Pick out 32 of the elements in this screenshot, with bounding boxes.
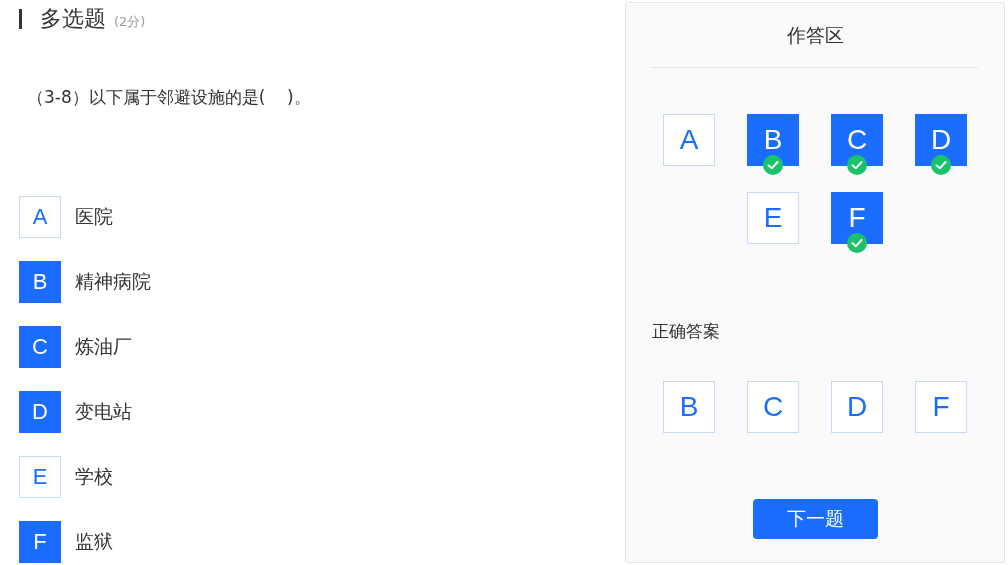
answer-cell[interactable]: E bbox=[747, 192, 799, 244]
answer-cell[interactable]: B bbox=[747, 114, 799, 166]
option-letter[interactable]: D bbox=[19, 391, 61, 433]
correct-answer-cell: C bbox=[747, 381, 799, 433]
correct-answer-cell: B bbox=[663, 381, 715, 433]
option-text: 变电站 bbox=[75, 399, 132, 424]
option-text: 医院 bbox=[75, 204, 113, 229]
question-stem: （3-8）以下属于邻避设施的是( )。 bbox=[27, 86, 312, 109]
option-text: 学校 bbox=[75, 464, 113, 489]
correct-answer-label: 正确答案 bbox=[652, 320, 720, 343]
answer-cell[interactable]: C bbox=[831, 114, 883, 166]
answer-cell[interactable]: D bbox=[915, 114, 967, 166]
answer-cell[interactable]: A bbox=[663, 114, 715, 166]
check-icon bbox=[763, 155, 783, 175]
question-score: (2分) bbox=[114, 13, 146, 31]
check-icon bbox=[847, 155, 867, 175]
option-letter[interactable]: A bbox=[19, 196, 61, 238]
correct-answer-cell: D bbox=[831, 381, 883, 433]
panel-title: 作答区 bbox=[652, 3, 978, 68]
answer-cell[interactable]: F bbox=[831, 192, 883, 244]
option-letter[interactable]: F bbox=[19, 521, 61, 563]
question-type: 多选题 bbox=[40, 5, 106, 33]
correct-answer-cell: F bbox=[915, 381, 967, 433]
option-letter[interactable]: E bbox=[19, 456, 61, 498]
option-letter[interactable]: B bbox=[19, 261, 61, 303]
check-icon bbox=[847, 233, 867, 253]
option-text: 监狱 bbox=[75, 529, 113, 554]
option-text: 精神病院 bbox=[75, 269, 151, 294]
check-icon bbox=[931, 155, 951, 175]
next-button[interactable]: 下一题 bbox=[752, 499, 878, 539]
option-text: 炼油厂 bbox=[75, 334, 132, 359]
option-letter[interactable]: C bbox=[19, 326, 61, 368]
